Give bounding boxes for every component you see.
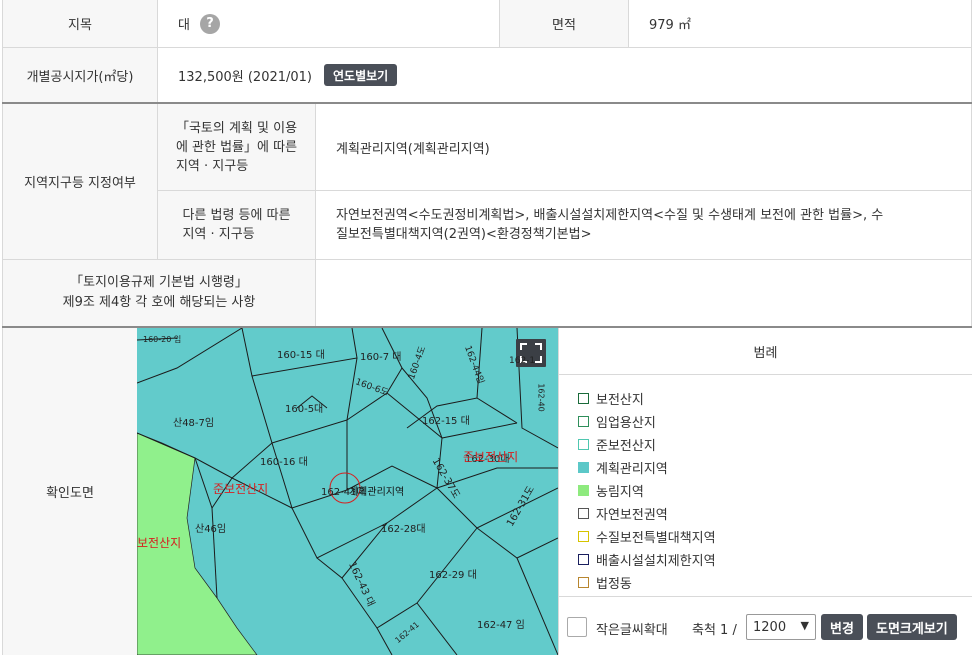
zone-header: 지역지구등 지정여부 [3,104,157,259]
area-cell: 979 ㎡ [629,0,975,47]
price-cell: 132,500원 (2021/01) 연도별보기 [158,48,975,102]
legend-title: 범례 [559,328,972,375]
map-header: 확인도면 [3,328,137,655]
zone-sub2-line1: 다른 법령 등에 따른 [182,208,291,223]
zone-sub2-cell: 자연보전권역<수도권정비계획법>, 배출시설설치제한지역<수질 및 수생태계 보… [316,191,975,259]
parcel-label: 162-28대 [381,524,426,535]
jimok-value: 대 [178,18,190,33]
parcel-label: 160-7 대 [360,352,402,363]
decree-header: 「토지이용규제 기본법 시행령」 제9조 제4항 각 호에 해당되는 사항 [3,260,315,326]
zone-sub1-line1: 「국토의 계획 및 이용 [175,120,298,136]
zone-sub2-value-line1: 자연보전권역<수도권정비계획법>, 배출시설설치제한지역<수질 및 수생태계 보… [336,208,884,223]
decree-line1: 「토지이용규제 기본법 시행령」 [70,275,248,290]
legend-label: 배출시설설치제한지역 [596,554,716,569]
controls-bar: 작은글씨확대 축척 1 / 1200 ▼ 변경 도면크게보기 [558,596,972,655]
parcel-label: 160-16 대 [260,457,308,468]
zone-sub1-line3: 지역 · 지구등 [175,158,249,174]
legend-label: 자연보전권역 [596,508,668,523]
scale-label: 축척 1 / [692,623,737,638]
legend-item: 농림지역 [578,481,644,500]
parcel-label: 162-1 [509,356,536,366]
parcel-label: 160-20 임 [143,335,182,344]
jimok-cell: 대 ? [158,0,499,47]
yearly-view-button[interactable]: 연도별보기 [324,64,398,86]
legend-label: 임업용산지 [596,416,656,431]
legend-swatch [578,531,589,542]
zone-label: 지역지구등 지정여부 [24,176,136,191]
zone-sub1-line2: 에 관한 법률」에 따른 [175,139,298,155]
parcel-label: 160-5대 [285,404,324,415]
legend-item: 임업용산지 [578,412,656,431]
legend-item: 보전산지 [578,389,644,408]
change-scale-button[interactable]: 변경 [821,614,863,640]
area-value: 979 ㎡ [649,18,691,33]
legend-item: 배출시설설치제한지역 [578,550,716,569]
legend-swatch [578,485,589,496]
parcel-label: 162-15 대 [422,416,470,427]
zone-sub1-value: 계획관리지역(계획관리지역) [336,141,490,157]
zone-sub2-header: 다른 법령 등에 따른 지역 · 지구등 [158,191,315,259]
parcel-label: 160-15 대 [277,350,325,361]
zone-label: 준보전산지 [213,482,269,496]
zone-sub1-cell: 계획관리지역(계획관리지역) [316,104,975,190]
legend-label: 준보전산지 [596,439,656,454]
decree-line2: 제9조 제4항 각 호에 해당되는 사항 [62,295,256,310]
legend-item: 계획관리지역 [578,458,668,477]
parcel-label: 162-29 대 [429,570,477,581]
parcel-label: 산48-7임 [173,418,215,429]
price-label: 개별공시지가(㎡당) [26,69,134,85]
zone-sub2-line2: 지역 · 지구등 [182,227,255,242]
subject-parcel-label: 162-41대 [321,487,366,498]
legend-label: 농림지역 [596,485,644,500]
zone-label: 보전산지 [137,536,182,550]
help-icon[interactable]: ? [199,13,220,34]
parcel-label: 산46임 [195,524,227,535]
zone-sub2-value-line2: 질보전특별대책지역(2권역)<환경정책기본법> [336,227,592,242]
map-label: 확인도면 [46,486,94,501]
legend-label: 계획관리지역 [596,462,668,477]
legend-item: 수질보전특별대책지역 [578,527,716,546]
enlarge-text-label: 작은글씨확대 [596,623,668,638]
legend-item: 법정동 [578,573,632,592]
scale-select-value: 1200 [753,619,787,635]
legend-swatch [578,554,589,565]
legend-title-text: 범례 [753,345,778,361]
legend-label: 수질보전특별대책지역 [596,531,716,546]
price-value: 132,500원 (2021/01) [178,69,313,85]
zone-label: 준보전산지 [463,450,519,464]
legend-label: 법정동 [596,577,632,592]
area-header: 면적 [500,0,628,47]
legend-swatch [578,416,589,427]
scale-select[interactable]: 1200 ▼ [746,614,816,640]
parcel-label: 162-40 [536,383,546,412]
legend-item: 준보전산지 [578,435,656,454]
legend-item: 자연보전권역 [578,504,668,523]
legend-swatch [578,439,589,450]
enlarge-map-button[interactable]: 도면크게보기 [867,614,957,640]
parcel-label: 162-47 임 [477,620,525,631]
area-label: 면적 [552,18,576,33]
legend-swatch [578,393,589,404]
zone-sub1-header: 「국토의 계획 및 이용 에 관한 법률」에 따른 지역 · 지구등 [158,104,315,190]
legend-swatch [578,577,589,588]
decree-cell [316,260,975,326]
price-header: 개별공시지가(㎡당) [3,48,157,102]
enlarge-text-checkbox[interactable] [567,617,587,637]
chevron-down-icon: ▼ [800,619,809,632]
legend-label: 보전산지 [596,393,644,408]
jimok-header: 지목 [3,0,157,47]
legend-swatch [578,508,589,519]
map-view[interactable]: 160-20 임 160-15 대 160-7 대 160-4도 160-6도 … [137,328,558,655]
jimok-label: 지목 [68,18,92,33]
legend-swatch [578,462,589,473]
